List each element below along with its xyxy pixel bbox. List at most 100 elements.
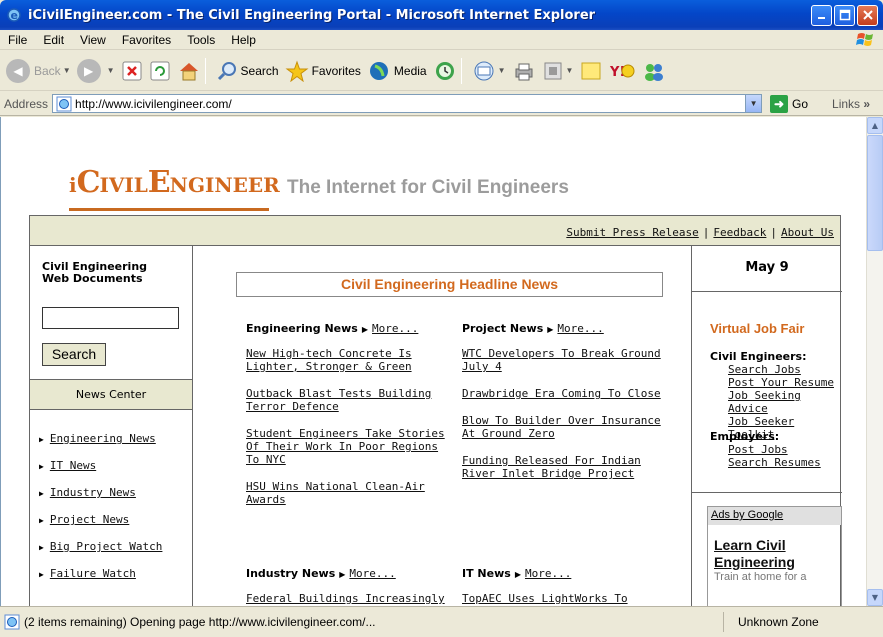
- vertical-scrollbar[interactable]: ▲ ▼: [866, 117, 883, 606]
- ie-logo-icon: e: [7, 8, 21, 22]
- mail-button[interactable]: ▼: [472, 60, 506, 82]
- menu-help[interactable]: Help: [223, 33, 264, 47]
- msn-messenger-button[interactable]: [641, 60, 667, 82]
- refresh-button[interactable]: [149, 60, 171, 82]
- engineering-more-link[interactable]: More...: [372, 322, 418, 335]
- address-input[interactable]: http://www.icivilengineer.com/ ▼: [52, 94, 763, 113]
- close-icon: [862, 10, 873, 20]
- triangle-right-icon: ▶: [39, 516, 44, 525]
- ad-title-link[interactable]: Learn Civil Engineering: [714, 537, 841, 571]
- ads-by-google-link[interactable]: Ads by Google: [708, 507, 841, 525]
- industry-more-link[interactable]: More...: [349, 567, 395, 580]
- triangle-right-icon: ▶: [39, 462, 44, 471]
- virtual-job-fair-title: Virtual Job Fair: [710, 321, 805, 336]
- news-link-industry[interactable]: Industry News: [50, 486, 136, 499]
- title-bar: e iCivilEngineer.com - The Civil Enginee…: [0, 0, 883, 30]
- nav-feedback[interactable]: Feedback: [713, 226, 766, 239]
- news-link-failure-watch[interactable]: Failure Watch: [50, 567, 136, 580]
- scroll-down-button[interactable]: ▼: [867, 589, 883, 606]
- triangle-right-icon: ▶: [547, 325, 554, 334]
- favorites-label: Favorites: [311, 63, 361, 78]
- menu-favorites[interactable]: Favorites: [114, 33, 179, 47]
- media-button[interactable]: Media: [367, 60, 427, 82]
- go-arrow-icon: ➜: [770, 94, 789, 113]
- news-item[interactable]: WTC Developers To Break Ground July 4: [462, 347, 667, 373]
- civil-engineers-heading: Civil Engineers:: [710, 350, 807, 363]
- search-label: Search: [240, 63, 279, 78]
- news-link-project[interactable]: Project News: [50, 513, 129, 526]
- close-button[interactable]: [857, 4, 878, 26]
- menu-bar: File Edit View Favorites Tools Help: [0, 30, 883, 50]
- discuss-button[interactable]: [579, 60, 603, 82]
- nav-submit-press-release[interactable]: Submit Press Release: [566, 226, 698, 239]
- windows-logo-icon: [856, 32, 873, 46]
- site-search-button[interactable]: Search: [42, 343, 106, 366]
- menu-edit[interactable]: Edit: [35, 33, 72, 47]
- maximize-button[interactable]: [834, 4, 855, 26]
- forward-button[interactable]: ▶ ▼: [76, 58, 115, 83]
- address-dropdown-icon[interactable]: ▼: [745, 95, 762, 112]
- print-button[interactable]: [512, 60, 536, 82]
- back-button[interactable]: ◀ Back ▼: [6, 58, 71, 83]
- employers-group: Employers: Post Jobs Search Resumes: [710, 430, 821, 469]
- scroll-up-button[interactable]: ▲: [867, 117, 883, 134]
- project-news-section: Project News ▶ More... WTC Developers To B…: [462, 322, 667, 494]
- menu-view[interactable]: View: [72, 33, 114, 47]
- project-more-link[interactable]: More...: [557, 322, 603, 335]
- address-bar: Address http://www.icivilengineer.com/ ▼…: [0, 92, 883, 116]
- toolbar-separator: [460, 57, 462, 84]
- news-link-it[interactable]: IT News: [50, 459, 96, 472]
- news-item[interactable]: Blow To Builder Over Insurance At Ground…: [462, 414, 667, 440]
- job-seeking-advice-link[interactable]: Job Seeking Advice: [710, 389, 841, 415]
- news-item[interactable]: Outback Blast Tests Building Terror Defe…: [246, 387, 451, 413]
- site-tagline: The Internet for Civil Engineers: [287, 177, 569, 198]
- menu-file[interactable]: File: [0, 33, 35, 47]
- favorites-button[interactable]: Favorites: [285, 60, 361, 82]
- news-item[interactable]: Federal Buildings Increasingly: [246, 592, 451, 605]
- news-item[interactable]: HSU Wins National Clean-Air Awards: [246, 480, 451, 506]
- chevron-right-icon: »: [863, 96, 871, 111]
- news-item[interactable]: Funding Released For Indian River Inlet …: [462, 454, 667, 480]
- home-button[interactable]: [177, 60, 201, 82]
- site-logo[interactable]: iCIVILENGINEER: [69, 165, 280, 200]
- current-date: May 9: [745, 260, 789, 275]
- project-news-header: Project News ▶ More...: [462, 322, 667, 336]
- search-resumes-link[interactable]: Search Resumes: [710, 456, 821, 469]
- ad-text: Train at home for a: [714, 571, 807, 583]
- links-button[interactable]: Links »: [832, 97, 870, 111]
- site-search-input[interactable]: [42, 307, 179, 329]
- search-button[interactable]: Search: [216, 60, 279, 82]
- menu-tools[interactable]: Tools: [179, 33, 223, 47]
- news-item[interactable]: New High-tech Concrete Is Lighter, Stron…: [246, 347, 451, 373]
- search-jobs-link[interactable]: Search Jobs: [710, 363, 841, 376]
- messenger-button[interactable]: Y!: [609, 60, 635, 82]
- logo-underline: [69, 208, 269, 211]
- it-more-link[interactable]: More...: [525, 567, 571, 580]
- minimize-button[interactable]: [811, 4, 832, 26]
- history-button[interactable]: [433, 60, 457, 82]
- nav-separator: |: [770, 226, 778, 239]
- post-resume-link[interactable]: Post Your Resume: [710, 376, 841, 389]
- site-header: iCIVILENGINEER The Internet for Civil En…: [29, 143, 841, 215]
- scrollbar-thumb[interactable]: [867, 135, 883, 251]
- news-link-engineering[interactable]: Engineering News: [50, 432, 156, 445]
- it-news-section: IT News ▶ More... TopAEC Uses LightWorks T…: [462, 567, 667, 606]
- edit-button[interactable]: ▼: [542, 60, 573, 82]
- logo-part-e: E: [147, 165, 171, 200]
- go-button[interactable]: ➜ Go: [770, 94, 808, 113]
- news-item[interactable]: Drawbridge Era Coming To Close: [462, 387, 667, 400]
- content-frame: Civil Engineering Web Documents Search N…: [29, 246, 842, 606]
- divider: [692, 492, 842, 493]
- engineering-news-header: Engineering News ▶ More...: [246, 322, 451, 336]
- stop-button[interactable]: [121, 60, 143, 82]
- news-item[interactable]: TopAEC Uses LightWorks To: [462, 592, 667, 605]
- news-link-big-project-watch[interactable]: Big Project Watch: [50, 540, 163, 553]
- industry-news-header: Industry News ▶ More...: [246, 567, 451, 581]
- dropdown-arrow-icon: ▼: [62, 66, 71, 75]
- triangle-right-icon: ▶: [39, 435, 44, 444]
- news-item[interactable]: Student Engineers Take Stories Of Their …: [246, 427, 451, 466]
- post-jobs-link[interactable]: Post Jobs: [710, 443, 821, 456]
- logo-part-ngineer: NGINEER: [169, 173, 280, 197]
- logo-part-ivil: IVIL: [99, 173, 148, 197]
- nav-about-us[interactable]: About Us: [781, 226, 834, 239]
